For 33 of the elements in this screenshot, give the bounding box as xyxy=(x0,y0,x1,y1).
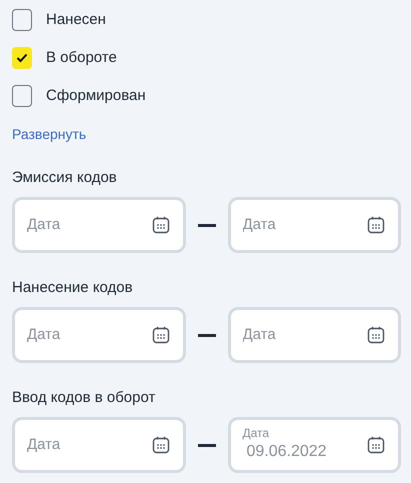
date-field[interactable]: Дата xyxy=(12,307,186,363)
section-title: Эмиссия кодов xyxy=(12,169,118,187)
date-field[interactable]: Дата xyxy=(228,197,401,253)
date-input[interactable]: Дата xyxy=(242,214,358,236)
calendar-icon[interactable] xyxy=(366,435,386,455)
date-field[interactable]: Дата xyxy=(12,417,186,473)
checkbox-label: Сформирован xyxy=(46,86,146,106)
checkbox-label: В обороте xyxy=(46,48,117,68)
range-dash xyxy=(198,444,216,446)
date-field[interactable]: Дата xyxy=(228,307,401,363)
expand-link[interactable]: Развернуть xyxy=(12,124,399,145)
section-title: Нанесение кодов xyxy=(12,279,134,297)
checkbox[interactable] xyxy=(12,9,32,31)
check-icon xyxy=(16,53,28,63)
date-input[interactable]: 09.06.2022 xyxy=(242,440,358,464)
range-dash xyxy=(198,334,216,336)
range-dash xyxy=(198,224,216,226)
calendar-icon[interactable] xyxy=(366,215,386,235)
date-input[interactable]: Дата xyxy=(27,324,142,346)
checkbox-label: Нанесен xyxy=(46,10,106,30)
calendar-icon[interactable] xyxy=(150,325,170,345)
date-input[interactable]: Дата xyxy=(242,324,358,346)
calendar-icon[interactable] xyxy=(150,435,170,455)
date-input[interactable]: Дата xyxy=(27,434,142,456)
checkbox[interactable] xyxy=(12,47,32,69)
section-title: Ввод кодов в оборот xyxy=(12,389,156,407)
date-field[interactable]: Дата 09.06.2022 xyxy=(228,417,401,473)
calendar-icon[interactable] xyxy=(150,215,170,235)
calendar-icon[interactable] xyxy=(366,325,386,345)
date-input[interactable]: Дата xyxy=(27,214,142,236)
field-label: Дата xyxy=(242,426,270,440)
date-field[interactable]: Дата xyxy=(12,197,186,253)
checkbox[interactable] xyxy=(12,85,32,107)
